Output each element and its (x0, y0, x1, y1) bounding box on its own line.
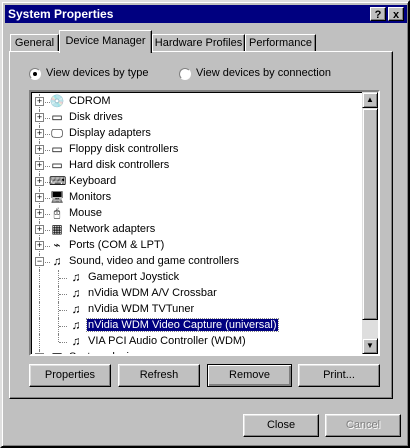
tree-item-label: nVidia WDM TVTuner (88, 303, 195, 315)
tree-item-label: Network adapters (69, 223, 156, 235)
tree-connector (39, 270, 40, 286)
close-button[interactable]: Close (243, 414, 319, 437)
expand-icon[interactable]: + (35, 113, 44, 122)
tree-child-row[interactable]: ♫ nVidia WDM TVTuner (31, 302, 364, 318)
tree-item-label: Floppy disk controllers (69, 143, 179, 155)
tree-item-label: Hard disk controllers (69, 159, 170, 171)
tab-hardware-profiles[interactable]: Hardware Profiles (152, 34, 245, 52)
expand-icon[interactable]: + (35, 193, 44, 202)
cdrom-icon: 💿 (49, 94, 65, 108)
tree-category-row[interactable]: + ▭ Floppy disk controllers (31, 142, 364, 158)
tree-connector (39, 318, 40, 334)
tree-item-label: Gameport Joystick (88, 271, 180, 283)
keyboard-icon: ⌨ (49, 174, 67, 188)
view-by-connection-label: View devices by connection (196, 67, 331, 79)
tree-connector (59, 342, 67, 343)
network-adapter-icon: ▦ (51, 222, 63, 236)
close-window-button[interactable]: x (388, 7, 404, 21)
radio-dot-selected[interactable] (29, 68, 41, 80)
tab-performance[interactable]: Performance (245, 34, 316, 52)
tree-item-label: Keyboard (69, 175, 117, 187)
tree-category-row[interactable]: + 🖵 Display adapters (31, 126, 364, 142)
floppy-controller-icon: ▭ (51, 142, 63, 156)
tree-item-label: nVidia WDM A/V Crossbar (88, 287, 217, 299)
help-button[interactable]: ? (370, 7, 386, 21)
scroll-up-icon[interactable]: ▲ (362, 92, 378, 108)
multimedia-device-icon: ♫ (71, 302, 81, 316)
tree-connector (59, 278, 67, 279)
tree-item-label: Ports (COM & LPT) (69, 239, 165, 251)
mouse-icon: 🖰 (53, 206, 61, 220)
tab-device-manager[interactable]: Device Manager (59, 30, 152, 53)
tree-connector (39, 302, 40, 318)
system-device-icon: ▣ (49, 350, 65, 354)
multimedia-device-icon: ♫ (71, 270, 81, 284)
tree-connector (59, 326, 67, 327)
expand-icon[interactable]: + (35, 161, 44, 170)
expand-icon[interactable]: + (35, 177, 44, 186)
expand-icon[interactable]: + (35, 225, 44, 234)
tree-item-label: CDROM (69, 95, 111, 107)
disk-drive-icon: ▭ (51, 110, 63, 124)
radio-dot[interactable] (179, 68, 191, 80)
tree-connector (39, 286, 40, 302)
tree-item-label: Monitors (69, 191, 112, 203)
tree-connector (59, 294, 67, 295)
remove-button[interactable]: Remove (207, 364, 292, 387)
tab-general[interactable]: General (10, 34, 59, 52)
expand-icon[interactable]: + (35, 145, 44, 154)
tree-child-row[interactable]: ♫ nVidia WDM Video Capture (universal) (31, 318, 364, 334)
tree-category-row[interactable]: + 🖥 Monitors (31, 190, 364, 206)
tree-category-row[interactable]: + 🖰 Mouse (31, 206, 364, 222)
collapse-icon[interactable]: − (35, 257, 44, 266)
multimedia-device-icon: ♫ (71, 318, 81, 332)
tree-item-label: nVidia WDM Video Capture (universal) (86, 318, 279, 332)
display-adapter-icon: 🖵 (51, 126, 63, 140)
title-bar[interactable]: System Properties ? x (5, 5, 407, 23)
multimedia-device-icon: ♫ (71, 334, 81, 348)
hard-disk-controller-icon: ▭ (51, 158, 63, 172)
tree-category-row[interactable]: + 💿 CDROM (31, 94, 364, 110)
tree-category-row[interactable]: + ▦ Network adapters (31, 222, 364, 238)
tree-connector (58, 334, 59, 342)
tree-category-row[interactable]: + ▭ Hard disk controllers (31, 158, 364, 174)
monitor-icon: 🖥 (49, 190, 65, 204)
tree-item-label: Sound, video and game controllers (69, 255, 239, 267)
properties-button[interactable]: Properties (29, 364, 111, 387)
tree-item-label: Disk drives (69, 111, 123, 123)
tree-category-row[interactable]: + ⌨ Keyboard (31, 174, 364, 190)
tree-child-row[interactable]: ♫ nVidia WDM A/V Crossbar (31, 286, 364, 302)
tree-category-row[interactable]: + ⌁ Ports (COM & LPT) (31, 238, 364, 254)
tree-category-row[interactable]: − ♫ Sound, video and game controllers (31, 254, 364, 270)
expand-icon[interactable]: + (35, 129, 44, 138)
expand-icon[interactable]: + (35, 97, 44, 106)
tree-item-label: System devices (68, 351, 147, 354)
tree-item-label: Mouse (69, 207, 103, 219)
window-title: System Properties (8, 7, 114, 21)
view-by-type-label: View devices by type (46, 67, 149, 79)
expand-icon[interactable]: + (35, 353, 44, 354)
expand-icon[interactable]: + (35, 209, 44, 218)
tree-child-row[interactable]: ♫ Gameport Joystick (31, 270, 364, 286)
cancel-button[interactable]: Cancel (325, 414, 401, 437)
tree-item-label: VIA PCI Audio Controller (WDM) (88, 335, 246, 347)
expand-icon[interactable]: + (35, 241, 44, 250)
tree-connector (59, 310, 67, 311)
tree-connector (39, 334, 40, 350)
refresh-button[interactable]: Refresh (118, 364, 200, 387)
scroll-down-icon[interactable]: ▼ (362, 338, 378, 354)
tree-category-row[interactable]: + ▣System devices (31, 350, 364, 354)
scroll-thumb[interactable] (362, 108, 378, 320)
tree-child-row[interactable]: ♫ VIA PCI Audio Controller (WDM) (31, 334, 364, 350)
tree-item-label: Display adapters (69, 127, 151, 139)
port-icon: ⌁ (53, 238, 61, 252)
vertical-scrollbar[interactable]: ▲ ▼ (362, 92, 378, 354)
device-tree-rows: + 💿 CDROM + ▭ Disk drives + 🖵 Display adapters + ▭… (31, 94, 364, 354)
print-button[interactable]: Print... (298, 364, 380, 387)
tree-category-row[interactable]: + ▭ Disk drives (31, 110, 364, 126)
sound-video-icon: ♫ (52, 254, 62, 268)
device-tree[interactable]: + 💿 CDROM + ▭ Disk drives + 🖵 Display adapters + ▭… (29, 90, 380, 356)
multimedia-device-icon: ♫ (71, 286, 81, 300)
